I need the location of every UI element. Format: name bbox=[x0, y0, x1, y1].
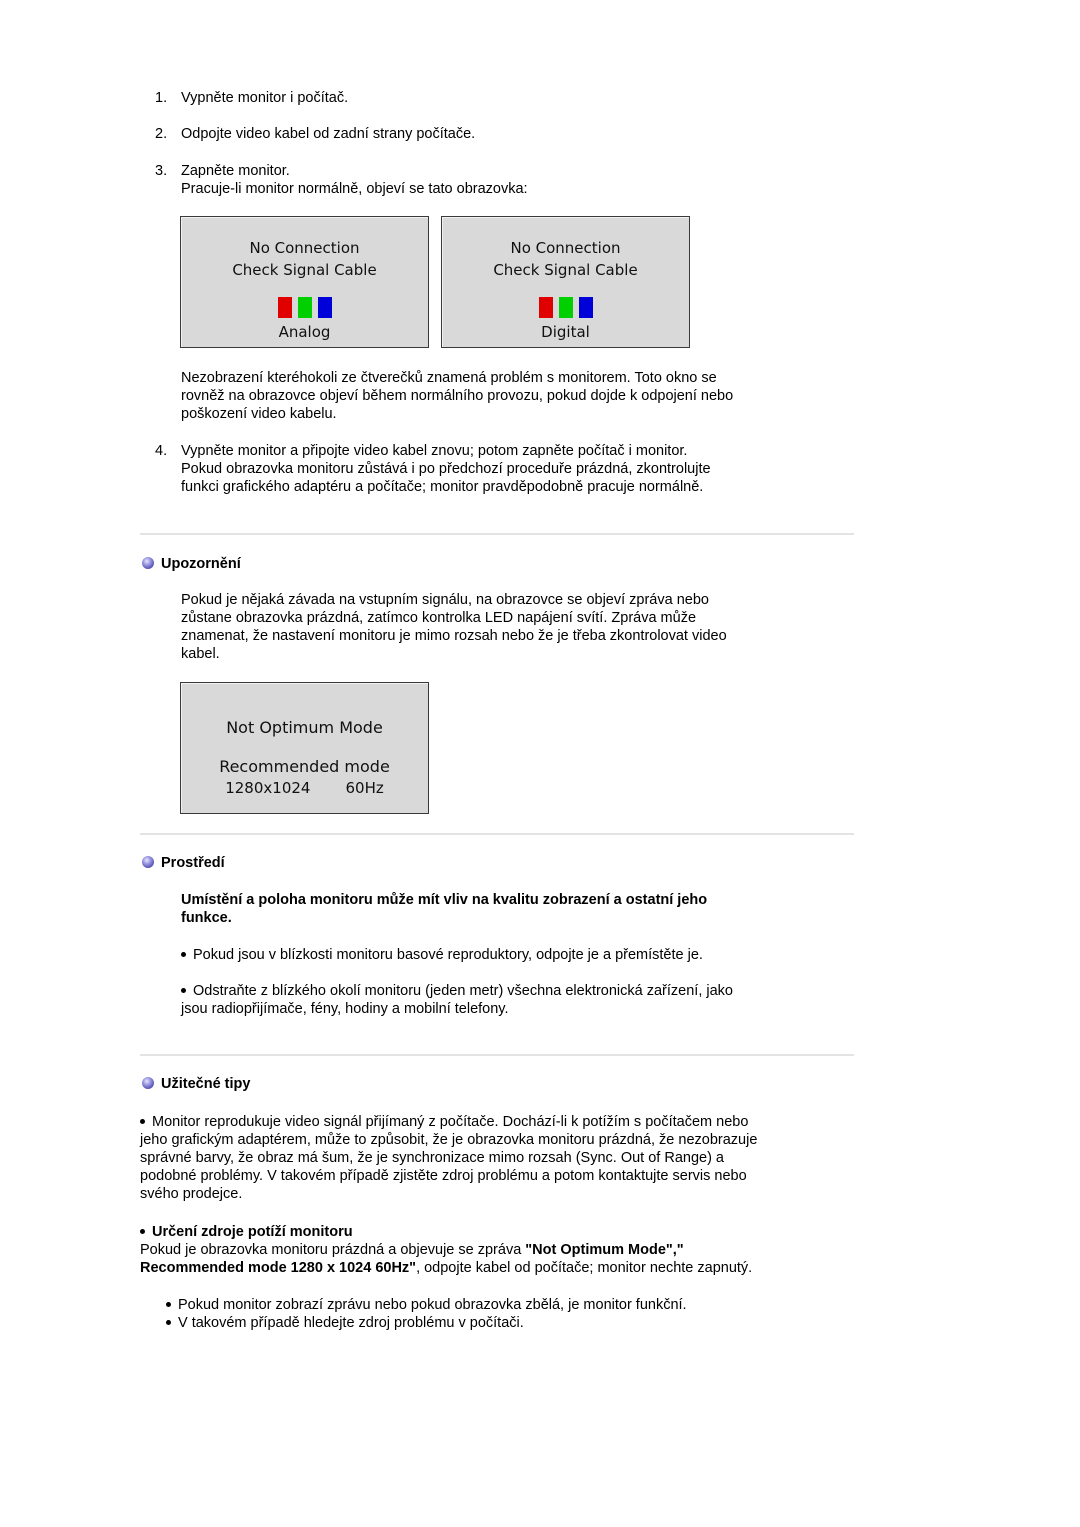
lead-line: funkce. bbox=[181, 910, 232, 926]
section-bullet-icon bbox=[142, 1077, 154, 1089]
bullet-dot-icon bbox=[166, 1319, 171, 1325]
environment-bullet: Odstraňte z blízkého okolí monitoru (jed… bbox=[181, 982, 841, 1018]
step-text: Vypněte monitor i počítač. bbox=[181, 90, 349, 106]
blue-square-icon bbox=[578, 297, 593, 318]
step-number: 4. bbox=[155, 443, 168, 459]
sub-bullet-text: V takovém případě hledejte zdroj problém… bbox=[178, 1315, 524, 1331]
environment-bullet: Pokud jsou v blízkosti monitoru basové r… bbox=[181, 946, 841, 964]
diagnosis-text: , odpojte kabel od počítače; monitor nec… bbox=[416, 1260, 753, 1276]
section-bullet-icon bbox=[142, 557, 154, 569]
warning-line: Pokud je nějaká závada na vstupním signá… bbox=[181, 592, 709, 608]
osd-line1: Not Optimum Mode bbox=[226, 718, 383, 737]
osd-line2: Check Signal Cable bbox=[493, 261, 638, 279]
osd-line2: Recommended mode bbox=[219, 757, 390, 776]
section-title-tips: Užitečné tipy bbox=[161, 1076, 251, 1092]
section-title-warning: Upozornění bbox=[161, 556, 241, 572]
osd-line3: 1280x1024 60Hz bbox=[225, 779, 384, 797]
section-bullet-icon bbox=[142, 856, 154, 868]
lead-line: Umístění a poloha monitoru může mít vliv… bbox=[181, 892, 708, 908]
step-number: 2. bbox=[155, 126, 168, 142]
osd-line1: No Connection bbox=[510, 239, 621, 257]
step-number: 3. bbox=[155, 163, 168, 179]
osd-no-connection-analog: No Connection Check Signal Cable Analog bbox=[180, 216, 429, 348]
rgb-squares bbox=[181, 297, 428, 319]
red-square-icon bbox=[538, 297, 553, 318]
tips-text: Monitor reprodukuje video signál přijíma… bbox=[140, 1113, 860, 1203]
osd-not-optimum-mode: Not Optimum Mode Recommended mode 1280x1… bbox=[180, 682, 429, 814]
no-connection-note: Nezobrazení kteréhokoli ze čtverečků zna… bbox=[181, 369, 821, 423]
diagnosis-title: Určení zdroje potíží monitoru bbox=[152, 1224, 353, 1240]
osd-line1: No Connection bbox=[249, 239, 360, 257]
tips-line: Monitor reprodukuje video signál přijíma… bbox=[152, 1114, 749, 1130]
section-divider bbox=[140, 833, 854, 835]
osd-line2: Check Signal Cable bbox=[232, 261, 377, 279]
bullet-dot-icon bbox=[166, 1301, 171, 1307]
step-line: funkci grafického adaptéru a počítače; m… bbox=[181, 479, 704, 495]
step-line: Vypněte monitor a připojte video kabel z… bbox=[181, 443, 688, 459]
diagnosis-bold-text: "Not Optimum Mode"," bbox=[525, 1242, 684, 1258]
osd-no-connection-digital: No Connection Check Signal Cable Digital bbox=[441, 216, 690, 348]
green-square-icon bbox=[558, 297, 573, 318]
step-line: Pokud obrazovka monitoru zůstává i po př… bbox=[181, 461, 711, 477]
blue-square-icon bbox=[317, 297, 332, 318]
bullet-dot-icon bbox=[181, 987, 186, 993]
osd-label: Analog bbox=[278, 323, 331, 341]
rgb-squares bbox=[442, 297, 689, 319]
section-divider bbox=[140, 533, 854, 535]
red-square-icon bbox=[277, 297, 292, 318]
warning-line: zůstane obrazovka prázdná, zatímco kontr… bbox=[181, 610, 697, 626]
tips-line: podobné problémy. V takovém případě zjis… bbox=[140, 1168, 747, 1184]
step-text: Odpojte video kabel od zadní strany počí… bbox=[181, 126, 476, 142]
bullet-dot-icon bbox=[181, 951, 186, 957]
diagnosis-sub-bullets: Pokud monitor zobrazí zprávu nebo pokud … bbox=[166, 1296, 846, 1332]
green-square-icon bbox=[297, 297, 312, 318]
note-line: Nezobrazení kteréhokoli ze čtverečků zna… bbox=[181, 370, 717, 386]
note-line: rovněž na obrazovce objeví během normáln… bbox=[181, 388, 734, 404]
bullet-text: jsou radiopřijímače, fény, hodiny a mobi… bbox=[181, 1001, 509, 1017]
bullet-text: Odstraňte z blízkého okolí monitoru (jed… bbox=[193, 983, 733, 999]
note-line: poškození video kabelu. bbox=[181, 406, 337, 422]
step-subtext: Pracuje-li monitor normálně, objeví se t… bbox=[181, 181, 528, 197]
tips-line: svého prodejce. bbox=[140, 1186, 243, 1202]
environment-lead: Umístění a poloha monitoru může mít vliv… bbox=[181, 891, 841, 927]
bullet-text: Pokud jsou v blízkosti monitoru basové r… bbox=[193, 947, 703, 963]
sub-bullet-text: Pokud monitor zobrazí zprávu nebo pokud … bbox=[178, 1297, 687, 1313]
tips-line: správné barvy, že obraz má šum, že je sy… bbox=[140, 1150, 725, 1166]
bullet-dot-icon bbox=[140, 1118, 145, 1124]
osd-label: Digital bbox=[541, 323, 590, 341]
step-number: 1. bbox=[155, 90, 168, 106]
diagnosis-block: Určení zdroje potíží monitoru Pokud je o… bbox=[140, 1223, 860, 1277]
warning-line: kabel. bbox=[181, 646, 220, 662]
warning-text: Pokud je nějaká závada na vstupním signá… bbox=[181, 591, 821, 663]
section-divider bbox=[140, 1054, 854, 1056]
diagnosis-bold-text: Recommended mode 1280 x 1024 60Hz" bbox=[140, 1260, 417, 1276]
step-text: Zapněte monitor. bbox=[181, 163, 290, 179]
tips-line: jeho grafickým adaptérem, může to způsob… bbox=[140, 1132, 758, 1148]
bullet-dot-icon bbox=[140, 1228, 145, 1234]
diagnosis-text: Pokud je obrazovka monitoru prázdná a ob… bbox=[140, 1242, 526, 1258]
warning-line: znamenat, že nastavení monitoru je mimo … bbox=[181, 628, 727, 644]
section-title-environment: Prostředí bbox=[161, 855, 225, 871]
